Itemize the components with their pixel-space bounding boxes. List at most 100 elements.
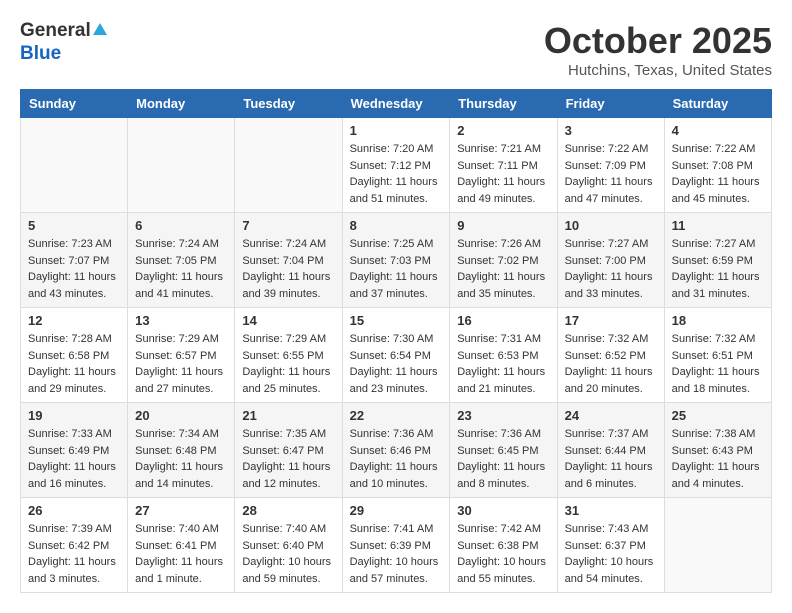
day-of-week-header: Tuesday [235,90,342,118]
day-of-week-header: Thursday [450,90,557,118]
day-info: Sunrise: 7:22 AM Sunset: 7:08 PM Dayligh… [672,141,764,207]
calendar-cell: 29 Sunrise: 7:41 AM Sunset: 6:39 PM Dayli… [342,498,450,593]
day-info: Sunrise: 7:20 AM Sunset: 7:12 PM Dayligh… [350,141,443,207]
day-info: Sunrise: 7:31 AM Sunset: 6:53 PM Dayligh… [457,331,549,397]
day-info: Sunrise: 7:27 AM Sunset: 7:00 PM Dayligh… [565,236,657,302]
calendar-cell: 13 Sunrise: 7:29 AM Sunset: 6:57 PM Dayli… [128,308,235,403]
calendar-cell: 30Sunrise: 7:42 AM Sunset: 6:38 PM Dayli… [450,498,557,593]
day-number: 4 [672,123,764,138]
calendar-header-row: SundayMondayTuesdayWednesdayThursdayFrid… [21,90,772,118]
day-number: 11 [672,218,764,233]
day-info: Sunrise: 7:22 AM Sunset: 7:09 PM Dayligh… [565,141,657,207]
logo-triangle-icon [93,23,107,35]
day-number: 7 [242,218,334,233]
logo-general-text: General [20,20,91,43]
day-info: Sunrise: 7:26 AM Sunset: 7:02 PM Dayligh… [457,236,549,302]
calendar-cell: 25 Sunrise: 7:38 AM Sunset: 6:43 PM Dayli… [664,403,771,498]
day-info: Sunrise: 7:25 AM Sunset: 7:03 PM Dayligh… [350,236,443,302]
day-number: 14 [242,313,334,328]
day-of-week-header: Saturday [664,90,771,118]
day-info: Sunrise: 7:39 AM Sunset: 6:42 PM Dayligh… [28,521,120,587]
day-info: Sunrise: 7:24 AM Sunset: 7:05 PM Dayligh… [135,236,227,302]
day-number: 23 [457,408,549,423]
title-area: October 2025 Hutchins, Texas, United Sta… [544,20,772,79]
calendar-cell: 23 Sunrise: 7:36 AM Sunset: 6:45 PM Dayli… [450,403,557,498]
day-number: 6 [135,218,227,233]
day-info: Sunrise: 7:29 AM Sunset: 6:57 PM Dayligh… [135,331,227,397]
calendar-cell: 20Sunrise: 7:34 AM Sunset: 6:48 PM Dayli… [128,403,235,498]
calendar-cell [128,118,235,213]
calendar-cell: 3 Sunrise: 7:22 AM Sunset: 7:09 PM Daylig… [557,118,664,213]
day-number: 19 [28,408,120,423]
calendar-cell: 31 Sunrise: 7:43 AM Sunset: 6:37 PM Dayli… [557,498,664,593]
day-info: Sunrise: 7:38 AM Sunset: 6:43 PM Dayligh… [672,426,764,492]
calendar-cell: 11 Sunrise: 7:27 AM Sunset: 6:59 PM Dayli… [664,213,771,308]
day-info: Sunrise: 7:40 AM Sunset: 6:40 PM Dayligh… [242,521,334,587]
day-number: 5 [28,218,120,233]
calendar-cell: 8 Sunrise: 7:25 AM Sunset: 7:03 PM Daylig… [342,213,450,308]
calendar-table: SundayMondayTuesdayWednesdayThursdayFrid… [20,89,772,593]
calendar-week-row: 12 Sunrise: 7:28 AM Sunset: 6:58 PM Dayli… [21,308,772,403]
calendar-cell: 10 Sunrise: 7:27 AM Sunset: 7:00 PM Dayli… [557,213,664,308]
calendar-cell: 28 Sunrise: 7:40 AM Sunset: 6:40 PM Dayli… [235,498,342,593]
day-info: Sunrise: 7:41 AM Sunset: 6:39 PM Dayligh… [350,521,443,587]
day-info: Sunrise: 7:40 AM Sunset: 6:41 PM Dayligh… [135,521,227,587]
calendar-cell: 16Sunrise: 7:31 AM Sunset: 6:53 PM Dayli… [450,308,557,403]
day-number: 31 [565,503,657,518]
day-info: Sunrise: 7:28 AM Sunset: 6:58 PM Dayligh… [28,331,120,397]
day-info: Sunrise: 7:30 AM Sunset: 6:54 PM Dayligh… [350,331,443,397]
day-info: Sunrise: 7:24 AM Sunset: 7:04 PM Dayligh… [242,236,334,302]
day-info: Sunrise: 7:36 AM Sunset: 6:45 PM Dayligh… [457,426,549,492]
calendar-cell: 7 Sunrise: 7:24 AM Sunset: 7:04 PM Daylig… [235,213,342,308]
calendar-cell [235,118,342,213]
day-info: Sunrise: 7:34 AM Sunset: 6:48 PM Dayligh… [135,426,227,492]
day-number: 15 [350,313,443,328]
day-info: Sunrise: 7:43 AM Sunset: 6:37 PM Dayligh… [565,521,657,587]
day-info: Sunrise: 7:35 AM Sunset: 6:47 PM Dayligh… [242,426,334,492]
day-number: 21 [242,408,334,423]
day-info: Sunrise: 7:23 AM Sunset: 7:07 PM Dayligh… [28,236,120,302]
day-number: 17 [565,313,657,328]
day-of-week-header: Sunday [21,90,128,118]
day-info: Sunrise: 7:37 AM Sunset: 6:44 PM Dayligh… [565,426,657,492]
day-number: 13 [135,313,227,328]
calendar-cell: 15 Sunrise: 7:30 AM Sunset: 6:54 PM Dayli… [342,308,450,403]
day-number: 9 [457,218,549,233]
day-number: 29 [350,503,443,518]
day-number: 28 [242,503,334,518]
day-of-week-header: Wednesday [342,90,450,118]
day-info: Sunrise: 7:29 AM Sunset: 6:55 PM Dayligh… [242,331,334,397]
calendar-cell: 21 Sunrise: 7:35 AM Sunset: 6:47 PM Dayli… [235,403,342,498]
logo: General Blue [20,20,107,66]
day-info: Sunrise: 7:27 AM Sunset: 6:59 PM Dayligh… [672,236,764,302]
day-info: Sunrise: 7:36 AM Sunset: 6:46 PM Dayligh… [350,426,443,492]
day-number: 10 [565,218,657,233]
calendar-cell: 1Sunrise: 7:20 AM Sunset: 7:12 PM Daylig… [342,118,450,213]
month-title: October 2025 [544,20,772,62]
calendar-week-row: 1Sunrise: 7:20 AM Sunset: 7:12 PM Daylig… [21,118,772,213]
page-header: General Blue October 2025 Hutchins, Texa… [20,20,772,79]
calendar-cell: 2Sunrise: 7:21 AM Sunset: 7:11 PM Daylig… [450,118,557,213]
calendar-cell: 17 Sunrise: 7:32 AM Sunset: 6:52 PM Dayli… [557,308,664,403]
day-number: 8 [350,218,443,233]
calendar-week-row: 5 Sunrise: 7:23 AM Sunset: 7:07 PM Daylig… [21,213,772,308]
calendar-cell: 14 Sunrise: 7:29 AM Sunset: 6:55 PM Dayli… [235,308,342,403]
day-info: Sunrise: 7:33 AM Sunset: 6:49 PM Dayligh… [28,426,120,492]
calendar-cell: 19 Sunrise: 7:33 AM Sunset: 6:49 PM Dayli… [21,403,128,498]
calendar-cell: 5 Sunrise: 7:23 AM Sunset: 7:07 PM Daylig… [21,213,128,308]
day-number: 22 [350,408,443,423]
day-number: 30 [457,503,549,518]
calendar-cell: 27Sunrise: 7:40 AM Sunset: 6:41 PM Dayli… [128,498,235,593]
day-number: 25 [672,408,764,423]
logo-blue-text: Blue [20,43,61,64]
calendar-cell: 22 Sunrise: 7:36 AM Sunset: 6:46 PM Dayli… [342,403,450,498]
day-number: 3 [565,123,657,138]
day-info: Sunrise: 7:21 AM Sunset: 7:11 PM Dayligh… [457,141,549,207]
calendar-cell: 6 Sunrise: 7:24 AM Sunset: 7:05 PM Daylig… [128,213,235,308]
day-info: Sunrise: 7:32 AM Sunset: 6:52 PM Dayligh… [565,331,657,397]
calendar-cell: 18Sunrise: 7:32 AM Sunset: 6:51 PM Dayli… [664,308,771,403]
calendar-cell: 26 Sunrise: 7:39 AM Sunset: 6:42 PM Dayli… [21,498,128,593]
day-number: 26 [28,503,120,518]
calendar-cell: 12 Sunrise: 7:28 AM Sunset: 6:58 PM Dayli… [21,308,128,403]
day-number: 12 [28,313,120,328]
